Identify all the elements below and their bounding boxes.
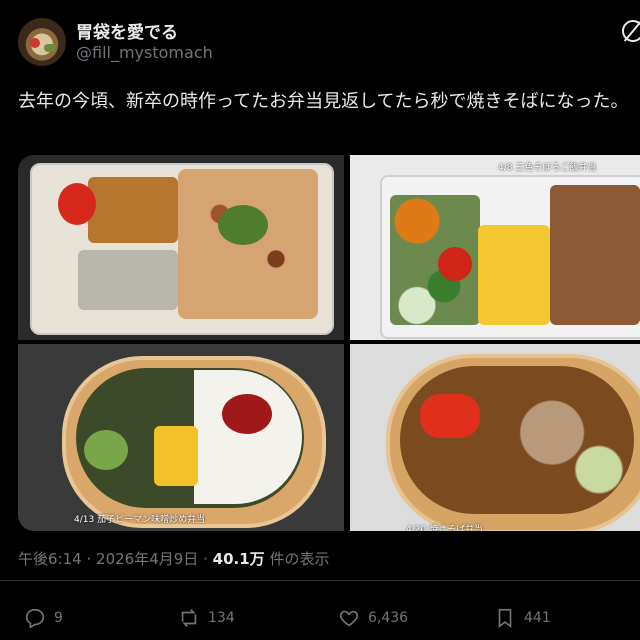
reply-count: 9 bbox=[54, 610, 63, 626]
meat-soboro bbox=[550, 185, 640, 325]
avatar-detail bbox=[30, 38, 40, 48]
grilled-fish bbox=[78, 250, 178, 310]
photo-3[interactable]: 4/13 茄子ピーマン味噌炒め弁当 bbox=[18, 344, 344, 531]
post-time[interactable]: 午後6:14 bbox=[18, 550, 82, 568]
scrambled-egg bbox=[478, 225, 550, 325]
bookmark-icon bbox=[498, 608, 512, 628]
like-button[interactable]: 6,436 bbox=[338, 606, 408, 630]
photo-4[interactable]: 4/20 焼きそば弁当 bbox=[350, 344, 640, 531]
pickled-ginger bbox=[420, 394, 480, 438]
meta-separator: · bbox=[203, 550, 208, 568]
photo-1[interactable] bbox=[18, 155, 344, 340]
avatar-detail bbox=[44, 44, 56, 52]
yakisoba bbox=[400, 366, 634, 514]
photo-caption: 4/8 三色そぼろご飯弁当 bbox=[498, 163, 597, 173]
photo-2[interactable]: 4/8 三色そぼろご飯弁当 bbox=[350, 155, 640, 340]
like-count: 6,436 bbox=[368, 610, 409, 626]
photo-caption: 4/20 焼きそば弁当 bbox=[406, 525, 484, 531]
views-count: 40.1万 bbox=[212, 550, 265, 568]
divider bbox=[0, 580, 640, 581]
herb-garnish bbox=[218, 205, 268, 245]
photo-caption: 4/13 茄子ピーマン味噌炒め弁当 bbox=[74, 515, 206, 525]
grok-icon[interactable] bbox=[622, 20, 640, 42]
cucumber bbox=[84, 430, 128, 470]
author-handle[interactable]: @fill_mystomach bbox=[76, 43, 213, 62]
cherry-tomato bbox=[58, 183, 96, 225]
author-display-name[interactable]: 胃袋を愛でる bbox=[76, 18, 178, 43]
heart-icon bbox=[339, 610, 359, 627]
repost-icon bbox=[181, 609, 197, 627]
tamagoyaki bbox=[154, 426, 198, 486]
bookmark-count: 441 bbox=[524, 610, 551, 626]
reply-button[interactable]: 9 bbox=[24, 606, 63, 630]
bookmark-button[interactable]: 441 bbox=[494, 606, 551, 630]
avatar[interactable] bbox=[18, 18, 66, 66]
post-date[interactable]: 2026年4月9日 bbox=[96, 550, 198, 568]
cherry-tomato bbox=[438, 247, 472, 281]
media-grid: 4/8 三色そぼろご飯弁当 4/13 茄子ピーマン味噌炒め弁当 4/20 焼きそ… bbox=[18, 155, 640, 531]
repost-button[interactable]: 134 bbox=[178, 606, 235, 630]
umeboshi bbox=[222, 394, 272, 434]
repost-count: 134 bbox=[208, 610, 235, 626]
views-label: 件の表示 bbox=[269, 550, 330, 568]
eel-slices bbox=[88, 177, 178, 243]
tweet-meta: 午後6:14 · 2026年4月9日 · 40.1万 件の表示 bbox=[18, 548, 329, 569]
meta-separator: · bbox=[86, 550, 92, 568]
reply-icon bbox=[25, 608, 45, 629]
tweet-text: 去年の今頃、新卒の時作ってたお弁当見返してたら秒で焼きそばになった。 bbox=[18, 91, 629, 112]
